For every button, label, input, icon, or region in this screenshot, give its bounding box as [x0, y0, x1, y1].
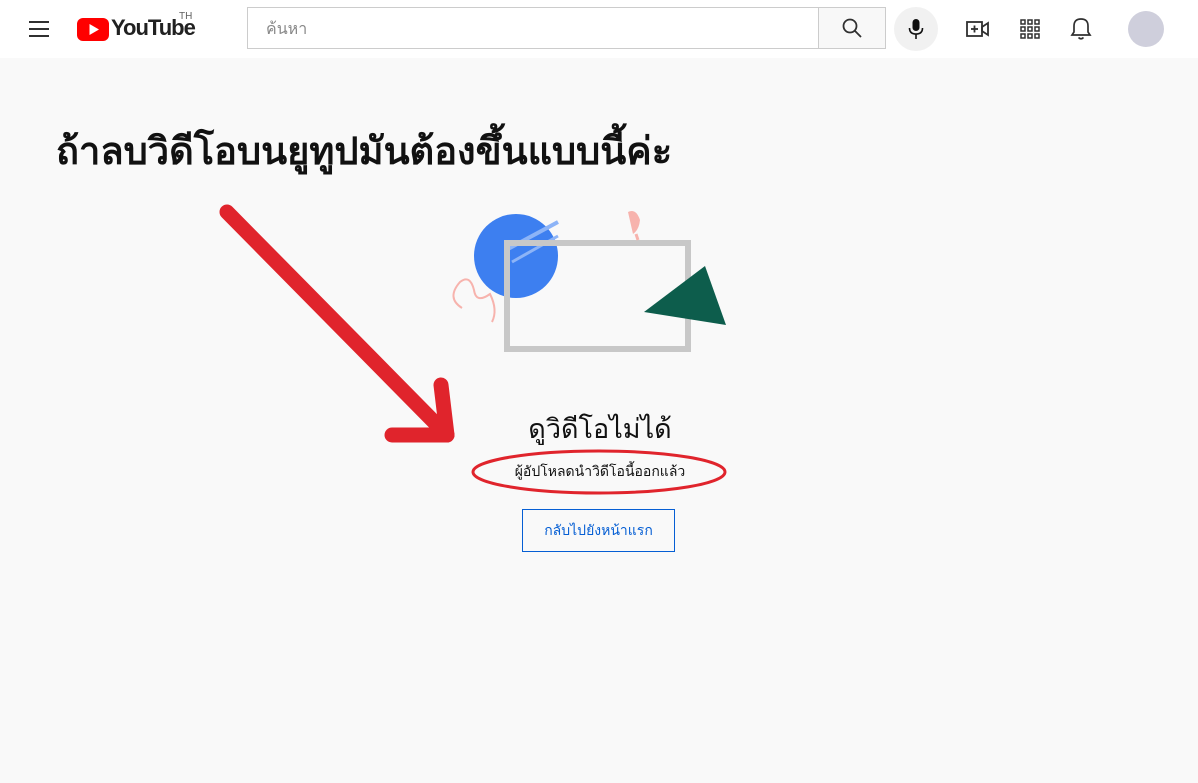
bell-icon — [1070, 18, 1092, 40]
create-video-button[interactable] — [963, 14, 993, 44]
error-title: ดูวิดีโอไม่ได้ — [528, 414, 672, 445]
create-video-icon — [966, 21, 989, 37]
logo-region-code: TH — [179, 11, 193, 22]
annotation-circle-icon — [471, 449, 727, 495]
back-to-home-button[interactable]: กลับไปยังหน้าแรก — [522, 509, 675, 552]
menu-icon — [29, 21, 49, 37]
youtube-logo[interactable]: YouTube TH — [77, 11, 207, 44]
video-unavailable-illustration — [452, 211, 726, 352]
youtube-play-icon — [77, 18, 109, 41]
menu-button[interactable] — [24, 14, 54, 44]
avatar[interactable] — [1128, 11, 1164, 47]
search-icon — [842, 18, 862, 38]
youtube-page: YouTube TH ค้นหา ถ้าลบวิดีโอบนยูทูปมันต้… — [0, 0, 1198, 783]
apps-button[interactable] — [1015, 14, 1045, 44]
search-button[interactable] — [818, 7, 886, 49]
annotation-caption: ถ้าลบวิดีโอบนยูทูปมันต้องขึ้นแบบนี้ค่ะ — [56, 129, 673, 173]
apps-grid-icon — [1020, 19, 1040, 39]
microphone-icon — [908, 19, 924, 39]
voice-search-button[interactable] — [894, 7, 938, 51]
top-bar: YouTube TH — [0, 0, 1198, 58]
search-input[interactable] — [248, 8, 806, 48]
notifications-button[interactable] — [1066, 14, 1096, 44]
search-box — [247, 7, 818, 49]
